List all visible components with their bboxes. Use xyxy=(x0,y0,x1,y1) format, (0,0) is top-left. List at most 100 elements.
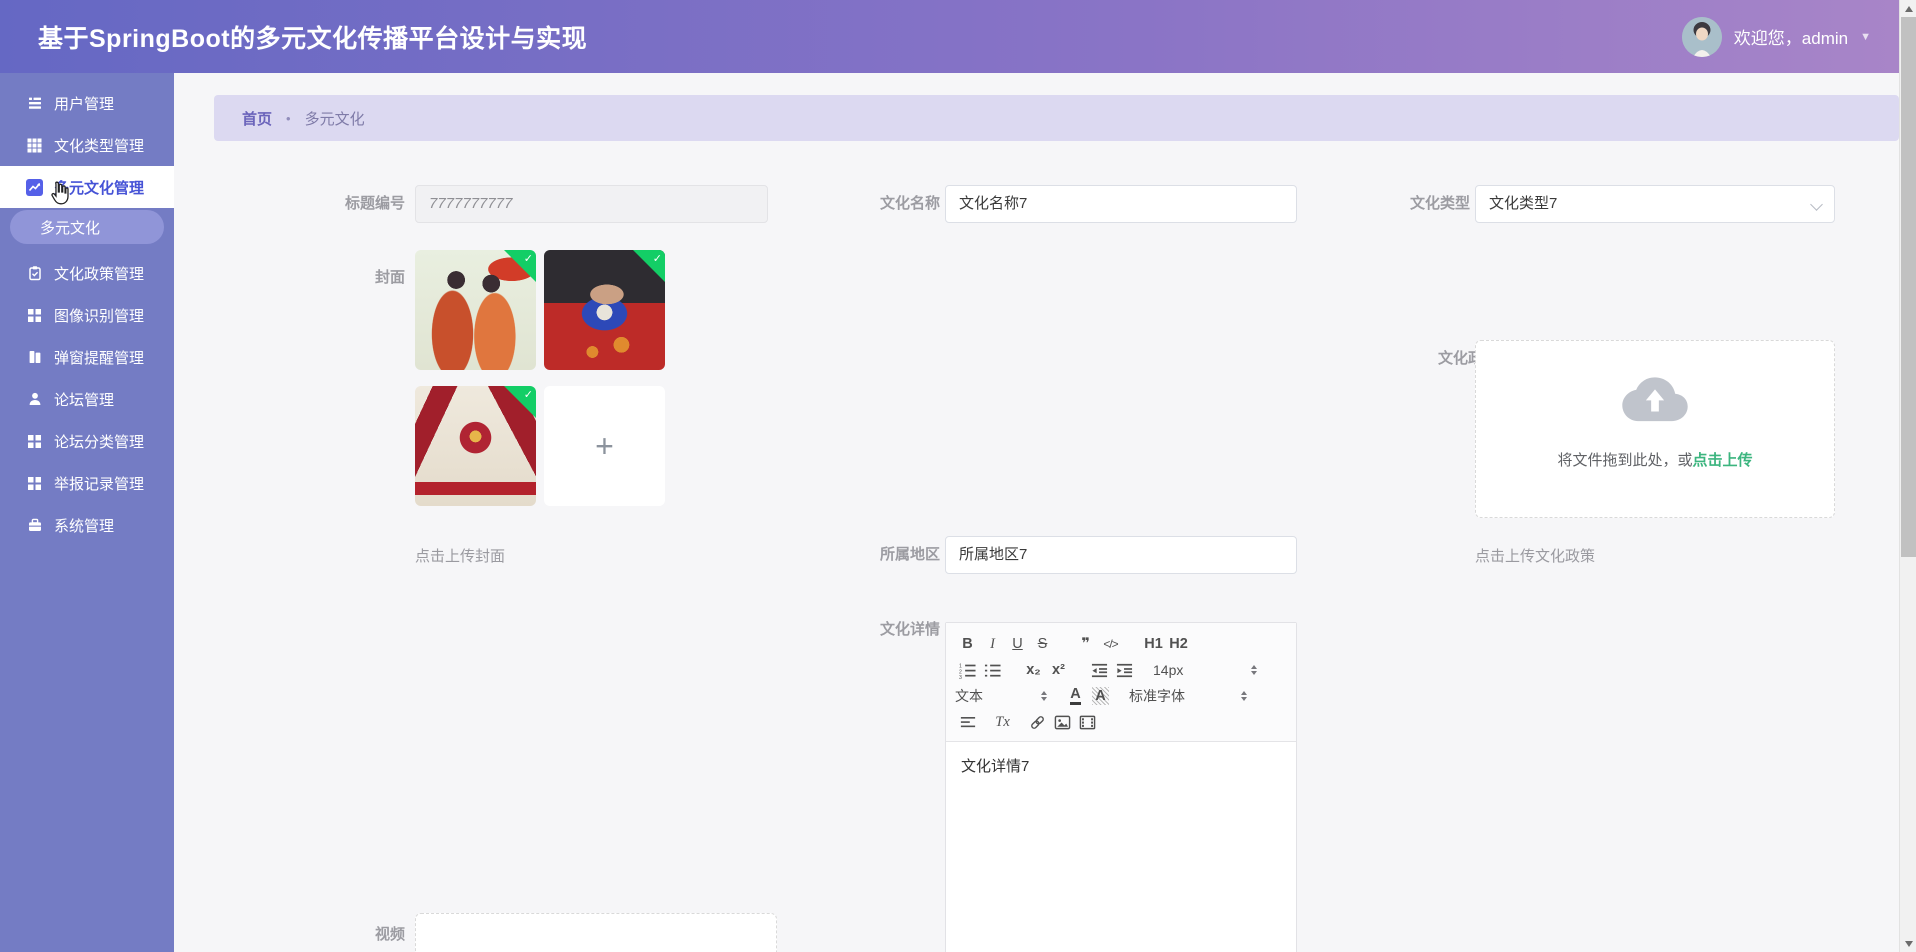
blockquote-button[interactable]: ❞ xyxy=(1073,632,1098,656)
sidebar-item-label: 论坛管理 xyxy=(54,389,114,410)
sidebar-item-user-mgmt[interactable]: 用户管理 xyxy=(0,82,174,124)
breadcrumb: 首页 • 多元文化 xyxy=(214,95,1899,141)
culture-type-value: 文化类型7 xyxy=(1489,195,1557,212)
superscript-button[interactable]: x² xyxy=(1046,658,1071,682)
grid-icon xyxy=(26,307,43,324)
sidebar-item-popup-reminder-mgmt[interactable]: 弹窗提醒管理 xyxy=(0,336,174,378)
rich-text-editor: B I U S ❞ </> H1 H2 123 xyxy=(945,622,1297,952)
svg-text:3: 3 xyxy=(959,675,962,679)
bold-button[interactable]: B xyxy=(955,632,980,656)
drag-text: 将文件拖到此处，或 xyxy=(1557,452,1692,469)
upload-cloud-icon xyxy=(1622,373,1688,423)
header-2-button[interactable]: H2 xyxy=(1166,632,1191,656)
dropzone-text: 将文件拖到此处，或点击上传 xyxy=(1557,449,1752,470)
subscript-button[interactable]: x₂ xyxy=(1021,658,1046,682)
sidebar-item-report-record-mgmt[interactable]: 举报记录管理 xyxy=(0,462,174,504)
strikethrough-button[interactable]: S xyxy=(1030,632,1055,656)
text-style-picker[interactable]: 文本 xyxy=(955,686,1047,706)
grid-icon xyxy=(26,433,43,450)
sidebar-item-label: 举报记录管理 xyxy=(54,473,144,494)
sidebar-item-label: 文化政策管理 xyxy=(54,263,144,284)
culture-name-label: 文化名称 xyxy=(810,185,940,223)
sidebar-item-label: 弹窗提醒管理 xyxy=(54,347,144,368)
sidebar-item-forum-category-mgmt[interactable]: 论坛分类管理 xyxy=(0,420,174,462)
font-size-picker[interactable]: 14px xyxy=(1153,662,1257,678)
check-icon: ✓ xyxy=(524,388,533,401)
culture-detail-label: 文化详情 xyxy=(810,620,940,640)
sidebar-item-label: 用户管理 xyxy=(54,93,114,114)
underline-button[interactable]: U xyxy=(1005,632,1030,656)
culture-name-input[interactable]: 文化名称7 xyxy=(945,185,1297,223)
picker-arrows-icon xyxy=(1251,665,1257,675)
video-icon[interactable] xyxy=(1075,710,1100,734)
font-size-value: 14px xyxy=(1153,662,1183,678)
italic-button[interactable]: I xyxy=(980,632,1005,656)
app-header: 基于SpringBoot的多元文化传播平台设计与实现 欢迎您，admin ▼ xyxy=(0,0,1899,73)
region-label: 所属地区 xyxy=(810,536,940,574)
scroll-up-button[interactable] xyxy=(1900,0,1916,17)
align-button[interactable] xyxy=(955,710,980,734)
sidebar-item-system-mgmt[interactable]: 系统管理 xyxy=(0,504,174,546)
briefcase-icon xyxy=(26,517,43,534)
culture-type-select[interactable]: 文化类型7 xyxy=(1475,185,1835,223)
sidebar-item-label: 论坛分类管理 xyxy=(54,431,144,452)
user-menu[interactable]: 欢迎您，admin ▼ xyxy=(1682,17,1871,57)
check-icon: ✓ xyxy=(524,252,533,265)
title-no-input: 7777777777 xyxy=(415,185,768,223)
user-icon xyxy=(26,391,43,408)
sidebar-subitem-label: 多元文化 xyxy=(40,217,100,238)
sidebar-item-multiculture-mgmt[interactable]: 多元文化管理 xyxy=(0,166,174,208)
sidebar-subitem-multiculture[interactable]: 多元文化 xyxy=(10,210,164,244)
grid-icon xyxy=(26,475,43,492)
policy-upload-link[interactable]: 点击上传 xyxy=(1693,452,1753,469)
font-family-picker[interactable]: 标准字体 xyxy=(1129,686,1247,706)
editor-content[interactable]: 文化详情7 xyxy=(946,742,1296,789)
grid-icon xyxy=(26,137,43,154)
ordered-list-button[interactable]: 123 xyxy=(955,658,980,682)
sidebar-item-forum-mgmt[interactable]: 论坛管理 xyxy=(0,378,174,420)
add-cover-button[interactable]: + xyxy=(544,386,665,506)
indent-button[interactable] xyxy=(1112,658,1137,682)
color-a-glyph: A xyxy=(1070,687,1080,705)
cover-image-3[interactable]: ✓ xyxy=(415,386,536,506)
breadcrumb-home-link[interactable]: 首页 xyxy=(242,108,272,129)
scrollbar-thumb[interactable] xyxy=(1901,17,1916,557)
cover-image-1[interactable]: ✓ xyxy=(415,250,536,370)
header-1-button[interactable]: H1 xyxy=(1141,632,1166,656)
link-icon[interactable] xyxy=(1025,710,1050,734)
welcome-text: 欢迎您，admin xyxy=(1734,24,1848,49)
region-input[interactable]: 所属地区7 xyxy=(945,536,1297,574)
sidebar-item-label: 多元文化管理 xyxy=(54,177,144,198)
video-dropzone[interactable] xyxy=(415,913,777,952)
sidebar-item-culture-policy-mgmt[interactable]: 文化政策管理 xyxy=(0,252,174,294)
font-family-value: 标准字体 xyxy=(1129,686,1185,706)
sidebar-item-culture-type-mgmt[interactable]: 文化类型管理 xyxy=(0,124,174,166)
outdent-button[interactable] xyxy=(1087,658,1112,682)
code-block-button[interactable]: </> xyxy=(1098,632,1123,656)
breadcrumb-current: 多元文化 xyxy=(305,108,365,129)
clean-format-button[interactable]: Tx xyxy=(990,710,1015,734)
cover-image-2[interactable]: ✓ xyxy=(544,250,665,370)
text-color-button[interactable]: A xyxy=(1063,684,1088,708)
bullet-list-button[interactable] xyxy=(980,658,1005,682)
picker-arrows-icon xyxy=(1241,691,1247,701)
sidebar-item-label: 系统管理 xyxy=(54,515,114,536)
scroll-down-button[interactable] xyxy=(1900,935,1916,952)
book-icon xyxy=(26,349,43,366)
highlight-color-button[interactable]: A xyxy=(1088,684,1113,708)
sidebar-nav: 用户管理 文化类型管理 多元文化管理 多元文化 文化政策管理 xyxy=(0,73,174,952)
triangle-up-icon xyxy=(1905,6,1913,12)
image-icon[interactable] xyxy=(1050,710,1075,734)
culture-policy-dropzone[interactable]: 将文件拖到此处，或点击上传 xyxy=(1475,340,1835,518)
user-avatar xyxy=(1682,17,1722,57)
chevron-down-icon: ▼ xyxy=(1860,31,1871,43)
sidebar-item-label: 文化类型管理 xyxy=(54,135,144,156)
cover-label: 封面 xyxy=(275,268,405,288)
check-icon: ✓ xyxy=(653,252,662,265)
clipboard-icon xyxy=(26,265,43,282)
chevron-down-icon xyxy=(1810,198,1823,211)
video-label: 视频 xyxy=(275,925,405,945)
sidebar-item-image-recognition-mgmt[interactable]: 图像识别管理 xyxy=(0,294,174,336)
cover-upload-hint: 点击上传封面 xyxy=(415,545,505,566)
text-style-value: 文本 xyxy=(955,686,983,706)
